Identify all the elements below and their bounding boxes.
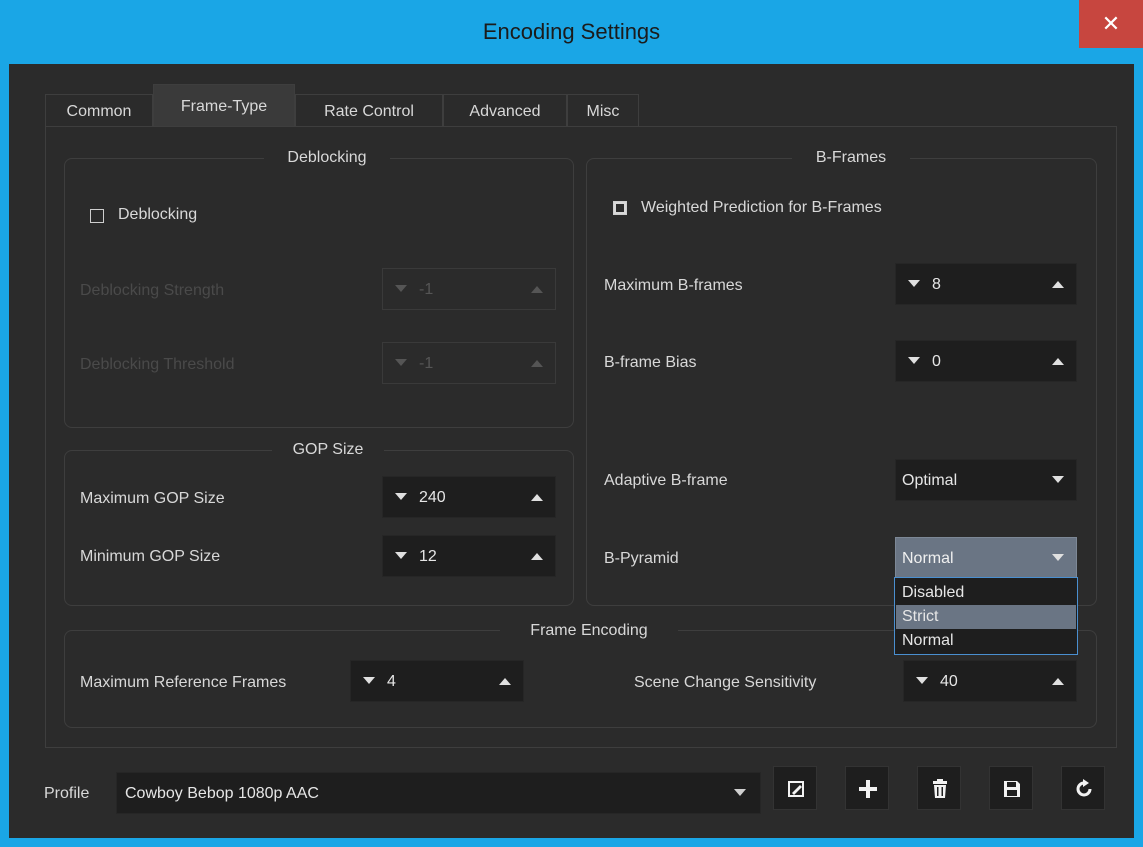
dropdown-option-normal[interactable]: Normal xyxy=(896,629,1076,653)
scene-change-sensitivity-spinbox[interactable]: 40 xyxy=(903,660,1077,702)
max-reference-frames-label: Maximum Reference Frames xyxy=(80,674,287,691)
plus-icon xyxy=(859,780,877,798)
scene-change-sensitivity-label: Scene Change Sensitivity xyxy=(634,674,817,691)
chevron-down-icon[interactable] xyxy=(395,552,407,559)
deblocking-group-title: Deblocking xyxy=(264,147,390,169)
window-title: Encoding Settings xyxy=(482,19,661,44)
chevron-down-icon[interactable] xyxy=(916,677,928,684)
max-b-frames-value: 8 xyxy=(932,276,941,293)
adaptive-b-frame-value: Optimal xyxy=(902,472,958,489)
adaptive-b-frame-label: Adaptive B-frame xyxy=(604,472,728,489)
chevron-up-icon[interactable] xyxy=(531,286,543,293)
chevron-up-icon[interactable] xyxy=(499,678,511,685)
tab-advanced[interactable]: Advanced xyxy=(443,94,567,127)
deblocking-strength-value: -1 xyxy=(419,281,434,298)
dropdown-option-disabled[interactable]: Disabled xyxy=(896,581,1076,605)
edit-icon xyxy=(788,781,804,797)
trash-icon xyxy=(933,779,947,798)
tab-frame-type[interactable]: Frame-Type xyxy=(153,84,295,127)
chevron-up-icon[interactable] xyxy=(1052,281,1064,288)
close-button[interactable]: ✕ xyxy=(1079,0,1143,48)
deblocking-checkbox-label: Deblocking xyxy=(118,206,198,223)
deblocking-threshold-label: Deblocking Threshold xyxy=(80,356,235,373)
save-icon xyxy=(1004,781,1020,797)
b-frame-bias-label: B-frame Bias xyxy=(604,354,697,371)
b-pyramid-label: B-Pyramid xyxy=(604,550,679,567)
max-gop-size-spinbox[interactable]: 240 xyxy=(382,476,556,518)
chevron-down-icon[interactable] xyxy=(1052,476,1064,483)
b-pyramid-value: Normal xyxy=(902,550,954,567)
profile-combo[interactable]: Cowboy Bebop 1080p AAC xyxy=(116,772,761,814)
deblocking-threshold-value: -1 xyxy=(419,355,434,372)
gop-size-group xyxy=(64,450,574,606)
profile-value: Cowboy Bebop 1080p AAC xyxy=(125,785,319,802)
chevron-down-icon[interactable] xyxy=(395,493,407,500)
dropdown-option-strict[interactable]: Strict xyxy=(896,605,1076,629)
adaptive-b-frame-combo[interactable]: Optimal xyxy=(895,459,1077,501)
chevron-up-icon[interactable] xyxy=(531,553,543,560)
deblocking-strength-label: Deblocking Strength xyxy=(80,282,225,299)
tab-misc[interactable]: Misc xyxy=(567,94,639,127)
max-gop-size-value: 240 xyxy=(419,489,446,506)
save-profile-button[interactable] xyxy=(989,766,1033,810)
chevron-up-icon[interactable] xyxy=(531,494,543,501)
add-profile-button[interactable] xyxy=(845,766,889,810)
refresh-icon xyxy=(1076,779,1092,797)
max-gop-size-label: Maximum GOP Size xyxy=(80,490,225,507)
chevron-up-icon[interactable] xyxy=(531,360,543,367)
deblocking-strength-spinbox[interactable]: -1 xyxy=(382,268,556,310)
min-gop-size-label: Minimum GOP Size xyxy=(80,548,221,565)
chevron-down-icon[interactable] xyxy=(908,357,920,364)
max-b-frames-spinbox[interactable]: 8 xyxy=(895,263,1077,305)
min-gop-size-value: 12 xyxy=(419,548,437,565)
b-frames-group-title: B-Frames xyxy=(792,147,910,169)
profile-label: Profile xyxy=(44,785,90,802)
b-pyramid-dropdown-list: Disabled Strict Normal xyxy=(894,577,1078,655)
chevron-up-icon[interactable] xyxy=(1052,678,1064,685)
reset-profile-button[interactable] xyxy=(1061,766,1105,810)
chevron-down-icon[interactable] xyxy=(908,280,920,287)
max-reference-frames-spinbox[interactable]: 4 xyxy=(350,660,524,702)
min-gop-size-spinbox[interactable]: 12 xyxy=(382,535,556,577)
b-frame-bias-value: 0 xyxy=(932,353,941,370)
gop-size-group-title: GOP Size xyxy=(272,439,384,461)
chevron-down-icon[interactable] xyxy=(734,789,746,796)
max-b-frames-label: Maximum B-frames xyxy=(604,277,743,294)
weighted-prediction-checkbox[interactable] xyxy=(613,201,627,215)
scene-change-sensitivity-value: 40 xyxy=(940,673,958,690)
edit-profile-button[interactable] xyxy=(773,766,817,810)
chevron-down-icon[interactable] xyxy=(1052,554,1064,561)
chevron-down-icon[interactable] xyxy=(395,285,407,292)
b-frame-bias-spinbox[interactable]: 0 xyxy=(895,340,1077,382)
deblocking-checkbox[interactable] xyxy=(90,209,104,223)
max-reference-frames-value: 4 xyxy=(387,673,396,690)
deblocking-threshold-spinbox[interactable]: -1 xyxy=(382,342,556,384)
chevron-down-icon[interactable] xyxy=(363,677,375,684)
b-pyramid-combo[interactable]: Normal xyxy=(895,537,1077,579)
chevron-up-icon[interactable] xyxy=(1052,358,1064,365)
tab-common[interactable]: Common xyxy=(45,94,153,127)
delete-profile-button[interactable] xyxy=(917,766,961,810)
chevron-down-icon[interactable] xyxy=(395,359,407,366)
tab-rate-control[interactable]: Rate Control xyxy=(295,94,443,127)
weighted-prediction-label: Weighted Prediction for B-Frames xyxy=(641,199,882,216)
frame-encoding-group-title: Frame Encoding xyxy=(500,620,678,642)
